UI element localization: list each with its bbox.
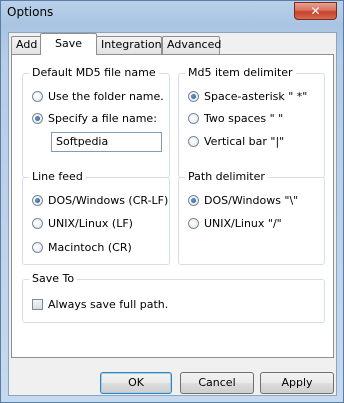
radio-label: UNIX/Linux (LF) <box>48 217 133 230</box>
default-md5-group-title: Default MD5 file name <box>29 66 159 79</box>
line-feed-group-title: Line feed <box>29 170 86 183</box>
radio-button-selected-icon[interactable] <box>188 195 199 206</box>
radio-label: DOS/Windows (CR-LF) <box>48 194 169 207</box>
tab-add[interactable]: Add <box>11 36 42 54</box>
radio-button-icon[interactable] <box>188 136 199 147</box>
md5-delimiter-group-title: Md5 item delimiter <box>185 66 296 79</box>
apply-button[interactable]: Apply <box>260 372 334 394</box>
radio-button-icon[interactable] <box>32 242 43 253</box>
radio-button-icon[interactable] <box>188 113 199 124</box>
cancel-button[interactable]: Cancel <box>180 372 254 394</box>
title-bar[interactable]: Options ✕ <box>1 1 343 25</box>
radio-button-icon[interactable] <box>32 218 43 229</box>
md5-delimiter-group: Md5 item delimiter Space-asterisk " *" T… <box>178 66 325 178</box>
window-title: Options <box>7 5 54 19</box>
radio-label: Two spaces " " <box>204 112 284 125</box>
radio-button-icon[interactable] <box>32 91 43 102</box>
radio-label: Space-asterisk " *" <box>204 90 308 103</box>
save-to-group-title: Save To <box>29 272 78 285</box>
radio-button-selected-icon[interactable] <box>188 91 199 102</box>
save-tab-panel: Default MD5 file name Use the folder nam… <box>11 54 334 358</box>
dialog-client-area: Add Save Integration Advanced Default MD… <box>8 32 337 396</box>
radio-button-selected-icon[interactable] <box>32 195 43 206</box>
radio-label: Specify a file name: <box>48 112 157 125</box>
radio-button-selected-icon[interactable] <box>32 113 43 124</box>
checkbox-label: Always save full path. <box>48 298 169 311</box>
tab-advanced[interactable]: Advanced <box>162 36 221 54</box>
file-name-input[interactable]: Softpedia <box>51 132 162 152</box>
close-button[interactable]: ✕ <box>294 2 337 20</box>
path-delimiter-group-title: Path delimiter <box>185 170 268 183</box>
checkbox-icon[interactable] <box>32 299 43 310</box>
radio-label: Vertical bar "|" <box>204 135 285 148</box>
save-to-group: Save To Always save full path. <box>22 272 325 323</box>
default-md5-group: Default MD5 file name Use the folder nam… <box>22 66 170 178</box>
options-window: Options ✕ Add Save Integration Advanced … <box>0 0 344 403</box>
tab-strip: Add Save Integration Advanced <box>9 33 336 55</box>
ok-button[interactable]: OK <box>100 372 172 394</box>
radio-label: DOS/Windows "\" <box>204 194 299 207</box>
line-feed-group: Line feed DOS/Windows (CR-LF) UNIX/Linux… <box>22 170 170 265</box>
close-icon: ✕ <box>310 4 321 18</box>
radio-label: Use the folder name. <box>48 90 164 103</box>
tab-save[interactable]: Save <box>40 33 97 55</box>
radio-label: Macintoch (CR) <box>48 241 132 254</box>
tab-integration[interactable]: Integration <box>96 36 162 54</box>
radio-button-icon[interactable] <box>188 218 199 229</box>
path-delimiter-group: Path delimiter DOS/Windows "\" UNIX/Linu… <box>178 170 325 265</box>
radio-label: UNIX/Linux "/" <box>204 217 282 230</box>
